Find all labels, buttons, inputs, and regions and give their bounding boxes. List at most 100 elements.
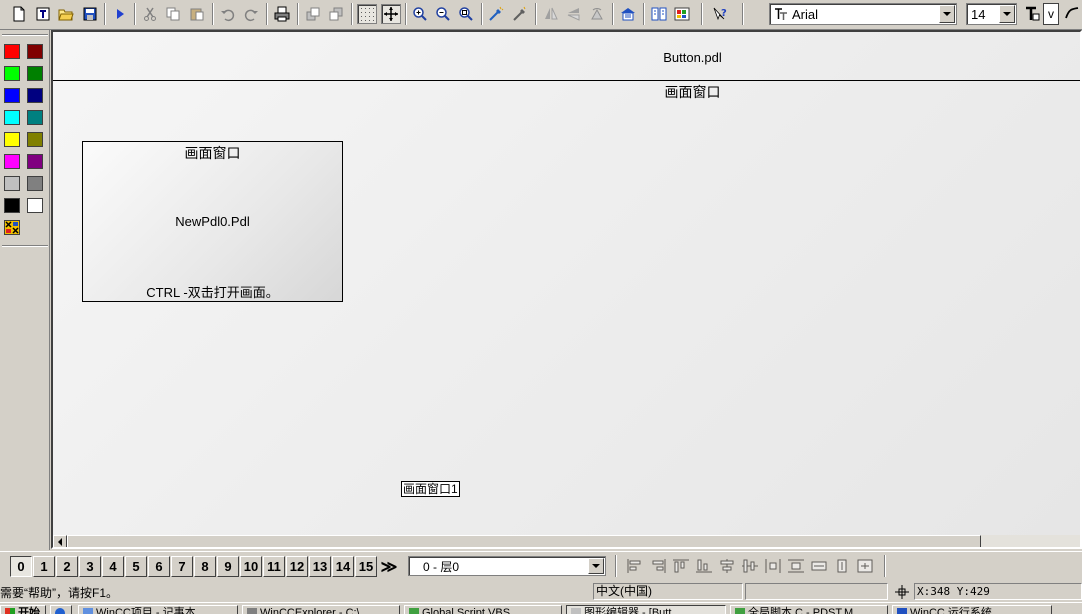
taskbar-item[interactable]: WinCCExplorer - C:\... xyxy=(242,605,400,614)
rotate-icon[interactable] xyxy=(587,4,607,24)
align-bottom-icon[interactable] xyxy=(695,558,713,574)
color-swatch[interactable] xyxy=(4,88,20,103)
chevron-down-icon[interactable] xyxy=(939,5,955,23)
same-height-icon[interactable] xyxy=(833,558,851,574)
bring-to-front-icon[interactable] xyxy=(303,4,323,24)
text-direction-button[interactable]: v xyxy=(1043,3,1059,25)
color-swatch[interactable] xyxy=(27,198,43,213)
zoom-out-icon[interactable] xyxy=(433,4,453,24)
run-icon[interactable] xyxy=(110,4,130,24)
center-vertical-icon[interactable] xyxy=(741,558,759,574)
text-orientation-icon[interactable] xyxy=(1022,4,1042,24)
layer-button[interactable]: 10 xyxy=(240,556,262,577)
line-style-icon[interactable] xyxy=(1062,4,1082,24)
print-icon[interactable] xyxy=(272,4,292,24)
font-size-value: 14 xyxy=(971,6,986,22)
layer-button[interactable]: 6 xyxy=(148,556,170,577)
start-button[interactable]: 开始 xyxy=(0,605,46,614)
color-swatch[interactable] xyxy=(27,132,43,147)
layer-button[interactable]: 13 xyxy=(309,556,331,577)
layer-button[interactable]: 3 xyxy=(79,556,101,577)
color-swatch[interactable] xyxy=(27,66,43,81)
layer-select[interactable]: 0 - 层0 xyxy=(408,556,606,576)
toolbar-separator xyxy=(481,3,483,25)
paste-icon[interactable] xyxy=(187,4,207,24)
scroll-left-icon[interactable] xyxy=(53,535,67,547)
color-swatch[interactable] xyxy=(27,176,43,191)
flip-vertical-icon[interactable] xyxy=(564,4,584,24)
scrollbar-thumb[interactable] xyxy=(67,535,981,547)
same-width-icon[interactable] xyxy=(810,558,828,574)
layer-button[interactable]: 8 xyxy=(194,556,216,577)
more-layers-button[interactable]: ≫ xyxy=(378,556,400,577)
send-to-back-icon[interactable] xyxy=(326,4,346,24)
color-swatch[interactable] xyxy=(27,154,43,169)
layer-button[interactable]: 15 xyxy=(355,556,377,577)
color-swatch[interactable] xyxy=(4,44,20,59)
redo-icon[interactable] xyxy=(241,4,261,24)
toolbar-separator xyxy=(104,3,106,25)
horizontal-scrollbar[interactable] xyxy=(53,535,1080,547)
color-swatch[interactable] xyxy=(4,198,20,213)
layer-button[interactable]: 1 xyxy=(33,556,55,577)
layer-button[interactable]: 5 xyxy=(125,556,147,577)
undo-icon[interactable] xyxy=(218,4,238,24)
taskbar-item[interactable]: WinCC项目 - 记事本 xyxy=(78,605,238,614)
open-folder-icon[interactable] xyxy=(56,4,76,24)
layer-button[interactable]: 11 xyxy=(263,556,285,577)
taskbar-item[interactable]: 全局脚本 C - PDST.M... xyxy=(730,605,888,614)
color-swatch[interactable] xyxy=(27,44,43,59)
same-size-icon[interactable] xyxy=(856,558,874,574)
chevron-down-icon[interactable] xyxy=(999,5,1015,23)
help-icon[interactable]: ? xyxy=(710,4,730,24)
font-name-select[interactable]: Arial xyxy=(769,3,957,25)
align-right-icon[interactable] xyxy=(649,558,667,574)
color-swatch[interactable] xyxy=(4,66,20,81)
taskbar-item[interactable]: Global Script VBS... xyxy=(404,605,562,614)
quick-launch-ie[interactable] xyxy=(50,605,72,614)
color-swatch[interactable] xyxy=(27,88,43,103)
toolbar-separator xyxy=(351,3,353,25)
toolbar-separator xyxy=(266,3,268,25)
toolbar-separator xyxy=(405,3,407,25)
align-left-icon[interactable] xyxy=(626,558,644,574)
new-text-icon[interactable] xyxy=(33,4,53,24)
font-size-select[interactable]: 14 xyxy=(966,3,1017,25)
color-swatch[interactable] xyxy=(4,154,20,169)
zoom-fit-icon[interactable] xyxy=(456,4,476,24)
new-file-icon[interactable] xyxy=(9,4,29,24)
layer-button[interactable]: 4 xyxy=(102,556,124,577)
color-swatch[interactable] xyxy=(4,110,20,125)
picture-window-object[interactable]: 画面窗口 NewPdl0.Pdl CTRL -双击打开画面。 xyxy=(82,141,343,302)
custom-color-icon[interactable] xyxy=(4,220,20,235)
grid-icon[interactable] xyxy=(357,4,377,24)
distribute-vertical-icon[interactable] xyxy=(787,558,805,574)
align-top-icon[interactable] xyxy=(672,558,690,574)
library-icon[interactable] xyxy=(649,4,669,24)
center-horizontal-icon[interactable] xyxy=(718,558,736,574)
chevron-down-icon[interactable] xyxy=(588,558,604,574)
zoom-in-icon[interactable] xyxy=(410,4,430,24)
properties-icon[interactable] xyxy=(618,4,638,24)
layer-button[interactable]: 12 xyxy=(286,556,308,577)
color-palette-icon[interactable] xyxy=(672,4,692,24)
layer-button[interactable]: 14 xyxy=(332,556,354,577)
cut-icon[interactable] xyxy=(140,4,160,24)
layer-button[interactable]: 7 xyxy=(171,556,193,577)
color-swatch[interactable] xyxy=(4,132,20,147)
layer-button[interactable]: 2 xyxy=(56,556,78,577)
snap-to-grid-icon[interactable] xyxy=(381,4,401,24)
taskbar-item[interactable]: WinCC 运行系统 xyxy=(892,605,1052,614)
distribute-horizontal-icon[interactable] xyxy=(764,558,782,574)
flip-horizontal-icon[interactable] xyxy=(541,4,561,24)
eyedropper-icon[interactable] xyxy=(486,4,506,24)
layer-button[interactable]: 0 xyxy=(10,556,32,577)
color-swatch[interactable] xyxy=(27,110,43,125)
save-icon[interactable] xyxy=(80,4,100,24)
apply-property-icon[interactable] xyxy=(510,4,530,24)
layer-button[interactable]: 9 xyxy=(217,556,239,577)
copy-icon[interactable] xyxy=(163,4,183,24)
taskbar-item-active[interactable]: 图形编辑器 - [Butt... xyxy=(566,605,726,614)
picture-canvas[interactable]: Button.pdl 画面窗口 画面窗口 NewPdl0.Pdl CTRL -双… xyxy=(53,32,1080,535)
color-swatch[interactable] xyxy=(4,176,20,191)
